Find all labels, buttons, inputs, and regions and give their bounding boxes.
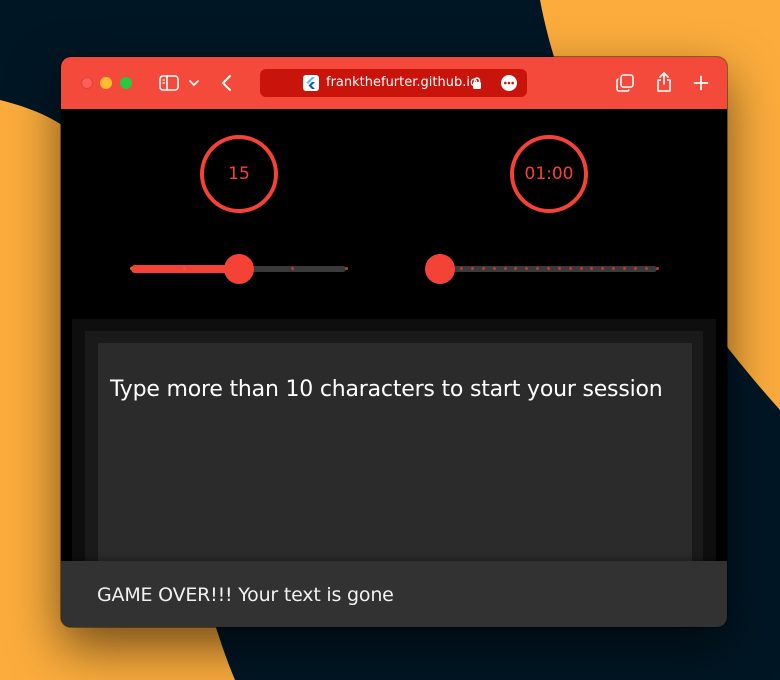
flutter-favicon (303, 75, 319, 91)
editor-frame: Type more than 10 characters to start yo… (85, 331, 703, 579)
slider-tick (557, 267, 561, 270)
slider-tick (655, 267, 659, 270)
slider-tick (547, 267, 550, 270)
slider-tick (492, 267, 496, 270)
character-counter: 15 (200, 135, 278, 213)
game-over-snackbar: GAME OVER!!! Your text is gone (61, 561, 727, 627)
zoom-window-button[interactable] (120, 77, 132, 89)
slider-tick (503, 267, 507, 270)
slider-tick (481, 267, 485, 270)
url-text: frankthefurter.github.io (326, 75, 478, 90)
browser-window: frankthefurter.github.io 15 01:00 Type m… (61, 57, 727, 627)
close-window-button[interactable] (81, 77, 93, 89)
slider-tick (568, 267, 572, 270)
character-threshold-slider[interactable] (129, 254, 348, 285)
tabs-overview-icon[interactable] (614, 72, 636, 94)
timer-slider[interactable] (425, 254, 659, 285)
sidebar-icon[interactable] (158, 73, 180, 93)
snackbar-message: GAME OVER!!! Your text is gone (97, 584, 394, 606)
editor-hint-text: Type more than 10 characters to start yo… (110, 377, 663, 402)
address-bar[interactable]: frankthefurter.github.io (260, 69, 527, 97)
chevron-down-icon[interactable] (187, 76, 201, 90)
slider-tick (633, 267, 637, 270)
new-tab-icon[interactable] (690, 72, 712, 94)
more-icon[interactable] (500, 74, 518, 92)
slider-tick (344, 267, 348, 270)
slider-tick (290, 267, 294, 270)
lock-icon (471, 76, 483, 90)
slider-tick (129, 267, 133, 270)
slider-tick (644, 267, 648, 270)
share-icon[interactable] (653, 70, 675, 94)
timer-value: 01:00 (524, 164, 574, 184)
slider-tick (579, 267, 583, 270)
back-icon[interactable] (217, 72, 235, 94)
character-counter-value: 15 (228, 164, 250, 184)
slider-thumb[interactable] (425, 254, 455, 284)
timer-counter: 01:00 (510, 135, 588, 213)
editor-container: Type more than 10 characters to start yo… (72, 319, 716, 579)
text-input-area[interactable]: Type more than 10 characters to start yo… (98, 343, 692, 579)
browser-toolbar: frankthefurter.github.io (61, 57, 727, 109)
minimize-window-button[interactable] (100, 77, 112, 89)
app-content: 15 01:00 Type more than 10 characters to… (61, 109, 727, 627)
slider-thumb[interactable] (223, 254, 254, 284)
slider-tick (622, 267, 626, 270)
